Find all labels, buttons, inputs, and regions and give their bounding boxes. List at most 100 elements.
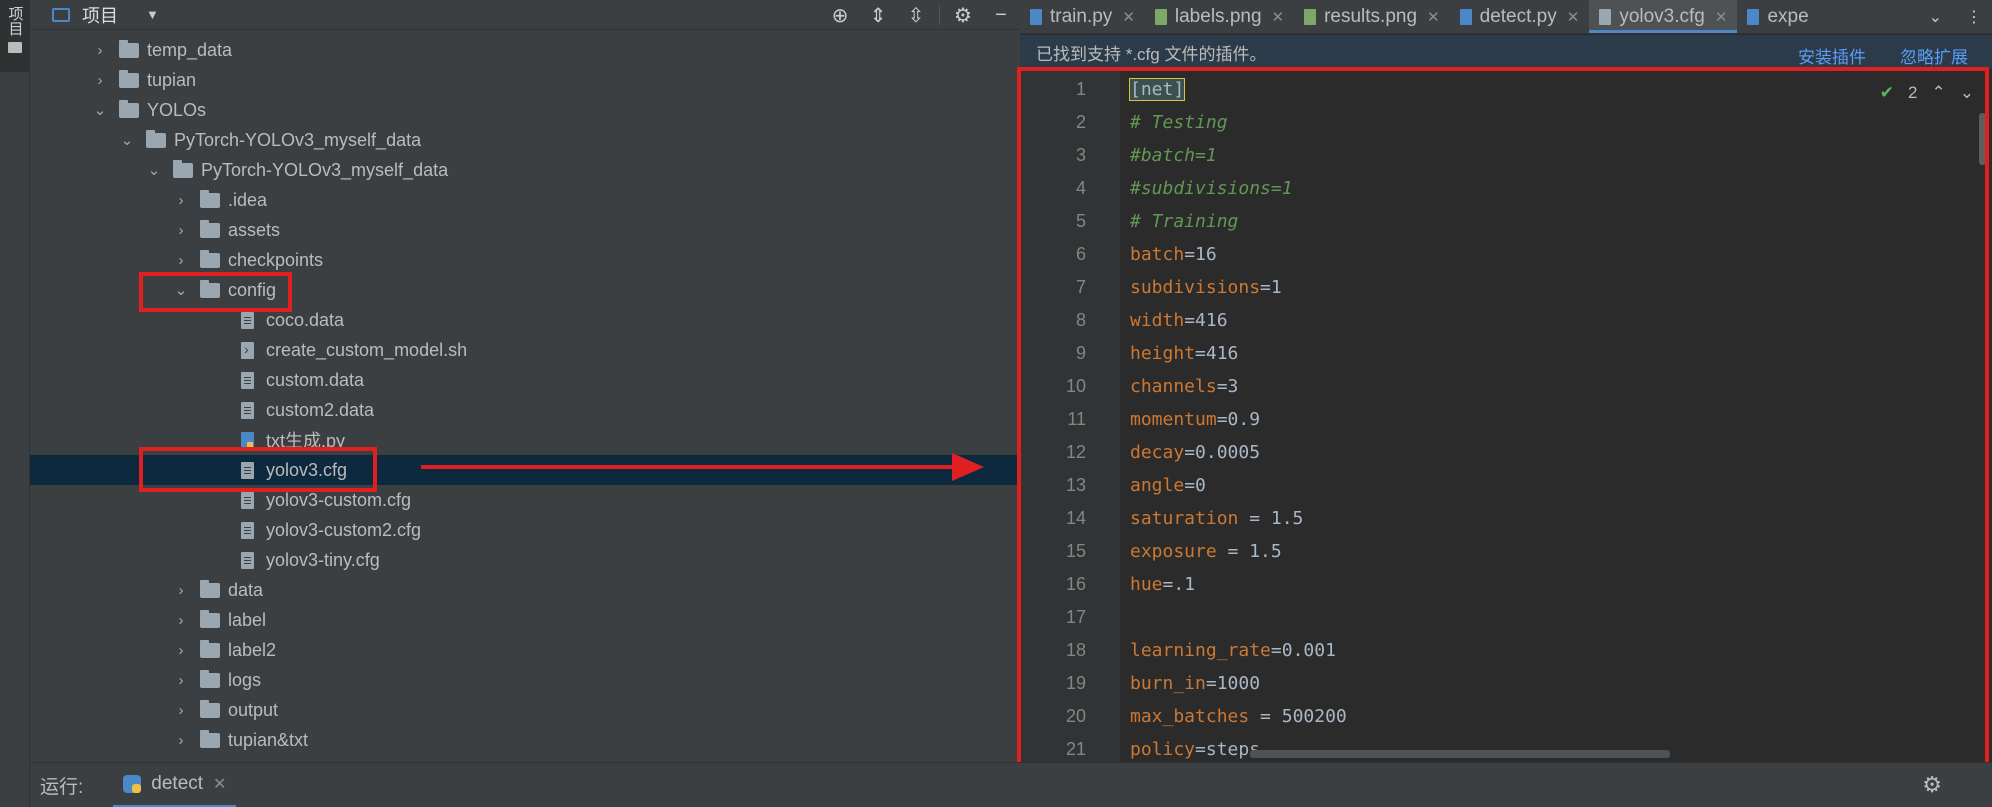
gear-icon[interactable]: ⚙ bbox=[944, 3, 982, 28]
tree-item[interactable]: › data bbox=[30, 575, 1020, 605]
editor-tab[interactable]: train.py ✕ bbox=[1020, 0, 1145, 33]
chevron-right-icon[interactable]: › bbox=[174, 192, 188, 209]
tree-item[interactable]: › temp_data bbox=[30, 35, 1020, 65]
expand-all-icon[interactable]: ⇕ bbox=[859, 3, 897, 28]
close-icon[interactable]: ✕ bbox=[1427, 8, 1440, 26]
chevron-right-icon[interactable]: › bbox=[174, 252, 188, 269]
text-file-icon bbox=[1599, 8, 1612, 25]
tree-item[interactable]: › tupian&txt bbox=[30, 725, 1020, 755]
tree-item[interactable]: › label2 bbox=[30, 635, 1020, 665]
tree-item[interactable]: yolov3-custom2.cfg bbox=[30, 515, 1020, 545]
more-options-icon[interactable]: ⋮ bbox=[1966, 7, 1982, 27]
chevron-right-icon[interactable]: › bbox=[174, 732, 188, 749]
editor-tab[interactable]: expe bbox=[1737, 0, 1818, 33]
editor-tab[interactable]: results.png ✕ bbox=[1294, 0, 1450, 33]
tree-item[interactable]: › tupian bbox=[30, 65, 1020, 95]
annotation-box-config bbox=[139, 272, 292, 312]
chevron-down-icon[interactable]: ▼ bbox=[146, 7, 159, 22]
tree-item-label: label bbox=[228, 609, 267, 630]
tree-item[interactable]: ⌄ PyTorch-YOLOv3_myself_data bbox=[30, 125, 1020, 155]
tree-item-label: tupian bbox=[147, 69, 197, 90]
folder-icon bbox=[200, 249, 220, 268]
editor-tab-label: yolov3.cfg bbox=[1619, 5, 1705, 27]
tree-item[interactable]: create_custom_model.sh bbox=[30, 335, 1020, 365]
chevron-right-icon[interactable]: › bbox=[93, 72, 107, 89]
install-plugins-link[interactable]: 安装插件 bbox=[1798, 43, 1866, 68]
tree-item-label: custom.data bbox=[266, 369, 365, 390]
tree-item[interactable]: yolov3-tiny.cfg bbox=[30, 545, 1020, 575]
chevron-down-icon[interactable]: ⌄ bbox=[147, 161, 161, 179]
tree-item-label: label2 bbox=[228, 639, 277, 660]
text-file-icon bbox=[241, 371, 254, 389]
run-tab-label: detect bbox=[151, 772, 204, 794]
tree-item[interactable]: › assets bbox=[30, 215, 1020, 245]
folder-icon bbox=[119, 99, 139, 118]
editor-tab[interactable]: yolov3.cfg ✕ bbox=[1589, 0, 1738, 33]
chevron-down-icon[interactable]: ⌄ bbox=[93, 101, 107, 119]
text-file-icon bbox=[241, 551, 254, 569]
tree-item[interactable]: ⌄ PyTorch-YOLOv3_myself_data bbox=[30, 155, 1020, 185]
project-panel-title[interactable]: 项目 bbox=[82, 2, 118, 28]
python-file-icon bbox=[241, 431, 254, 449]
ignore-extension-link[interactable]: 忽略扩展 bbox=[1900, 43, 1968, 68]
tree-item[interactable]: ⌄ YOLOs bbox=[30, 95, 1020, 125]
close-icon[interactable]: ✕ bbox=[213, 774, 226, 794]
folder-icon bbox=[200, 729, 220, 748]
chevron-right-icon[interactable]: › bbox=[93, 42, 107, 59]
close-icon[interactable]: ✕ bbox=[1715, 8, 1728, 26]
python-icon bbox=[123, 774, 142, 793]
tree-item[interactable]: custom.data bbox=[30, 365, 1020, 395]
collapse-all-icon[interactable]: ⇳ bbox=[897, 3, 935, 28]
tree-item[interactable]: › label bbox=[30, 605, 1020, 635]
run-tab-detect[interactable]: detect ✕ bbox=[113, 763, 237, 807]
editor-tab-label: train.py bbox=[1050, 5, 1113, 27]
chevron-right-icon[interactable]: › bbox=[174, 702, 188, 719]
editor-tab-label: detect.py bbox=[1479, 5, 1557, 27]
tree-item-label: YOLOs bbox=[147, 99, 207, 120]
editor-tab[interactable]: labels.png ✕ bbox=[1145, 0, 1294, 33]
tree-item-label: output bbox=[228, 699, 279, 720]
toolbar-divider bbox=[939, 5, 940, 25]
folder-icon bbox=[200, 579, 220, 598]
project-tool-tab-label: 项目 bbox=[6, 6, 24, 36]
chevron-down-icon[interactable]: ⌄ bbox=[120, 131, 134, 149]
tree-item[interactable]: custom2.data bbox=[30, 395, 1020, 425]
close-icon[interactable]: ✕ bbox=[1272, 8, 1285, 26]
tree-item-label: yolov3-tiny.cfg bbox=[266, 549, 380, 570]
gear-icon[interactable]: ⚙ bbox=[1922, 772, 1942, 798]
tree-item-label: assets bbox=[228, 219, 281, 240]
locate-icon[interactable]: ⊕ bbox=[821, 3, 859, 28]
tree-item-label: yolov3-custom.cfg bbox=[266, 489, 412, 510]
folder-icon bbox=[200, 699, 220, 718]
folder-icon bbox=[146, 129, 166, 148]
tree-item-label: logs bbox=[228, 669, 262, 690]
editor-tab[interactable]: detect.py ✕ bbox=[1450, 0, 1590, 33]
tree-item-label: coco.data bbox=[266, 309, 345, 330]
annotation-box-editor bbox=[1017, 67, 1989, 785]
tree-item[interactable]: › logs bbox=[30, 665, 1020, 695]
tab-overflow: ⌄ ⋮ bbox=[1919, 0, 1992, 33]
chevron-right-icon[interactable]: › bbox=[174, 642, 188, 659]
folder-icon bbox=[119, 69, 139, 88]
text-file-icon bbox=[241, 491, 254, 509]
editor-tab-label: labels.png bbox=[1174, 5, 1262, 27]
text-file-icon bbox=[241, 311, 254, 329]
folder-icon bbox=[200, 609, 220, 628]
close-icon[interactable]: ✕ bbox=[1567, 8, 1580, 26]
project-tool-tab[interactable]: 项目 bbox=[0, 0, 30, 72]
minimize-icon[interactable]: − bbox=[982, 4, 1020, 27]
tree-item-label: checkpoints bbox=[228, 249, 324, 270]
tree-item[interactable]: › checkpoints bbox=[30, 245, 1020, 275]
chevron-down-icon[interactable]: ⌄ bbox=[1929, 7, 1942, 27]
close-icon[interactable]: ✕ bbox=[1122, 8, 1135, 26]
chevron-right-icon[interactable]: › bbox=[174, 582, 188, 599]
tree-item-label: yolov3-custom2.cfg bbox=[266, 519, 422, 540]
chevron-right-icon[interactable]: › bbox=[174, 612, 188, 629]
tree-item[interactable]: › .idea bbox=[30, 185, 1020, 215]
chevron-right-icon[interactable]: › bbox=[174, 222, 188, 239]
editor-tab-label: expe bbox=[1767, 5, 1809, 27]
tree-item[interactable]: › output bbox=[30, 695, 1020, 725]
chevron-right-icon[interactable]: › bbox=[174, 672, 188, 689]
project-panel-tools: ⊕ ⇕ ⇳ ⚙ − bbox=[821, 0, 1020, 30]
folder-icon bbox=[200, 189, 220, 208]
